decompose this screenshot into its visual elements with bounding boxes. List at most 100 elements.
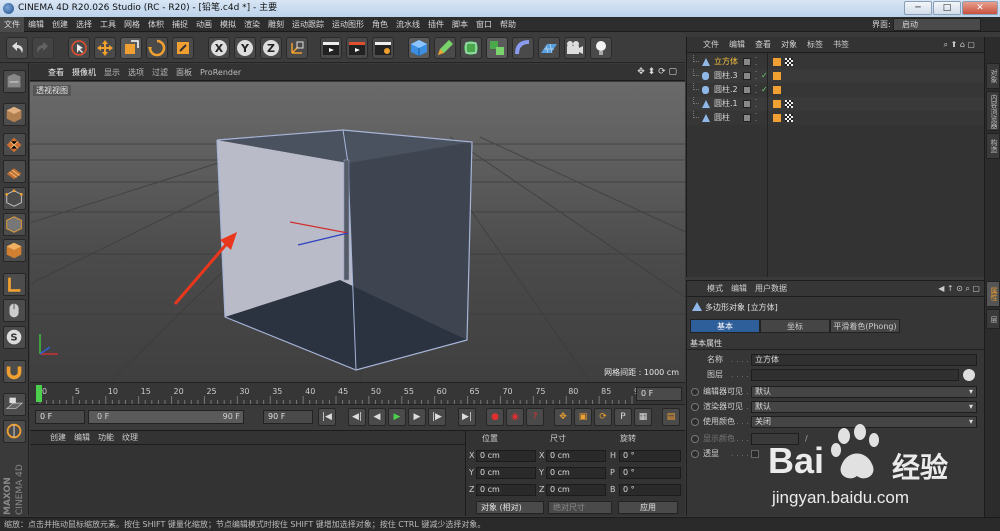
start-frame-field[interactable]: 0 F xyxy=(35,410,85,424)
material-menu-edit[interactable]: 编辑 xyxy=(70,433,94,442)
rotation-key-button[interactable]: ⟳ xyxy=(594,408,612,426)
attribute-dropdown[interactable]: 关闭 ▾ xyxy=(751,416,977,428)
perspective-viewport[interactable]: 透视视图 网格间距 : 1000 cm xyxy=(30,82,685,382)
pen-spline-button[interactable] xyxy=(434,37,456,59)
size-x-field[interactable]: 0 cm xyxy=(546,450,606,462)
layer-toggle[interactable] xyxy=(743,100,751,108)
next-keyframe-button[interactable]: |▶ xyxy=(428,408,446,426)
object-name[interactable]: 圆柱.2 xyxy=(714,83,738,97)
previous-frame-button[interactable]: ◀ xyxy=(368,408,386,426)
tag-icon[interactable] xyxy=(773,114,781,122)
recent-tool-button[interactable] xyxy=(172,37,194,59)
tweak-mode-button[interactable] xyxy=(3,299,26,322)
xray-checkbox[interactable] xyxy=(751,450,759,458)
menu-pipeline[interactable]: 流水线 xyxy=(392,17,424,32)
apply-button[interactable]: 应用 xyxy=(618,501,678,514)
tag-icon[interactable] xyxy=(773,100,781,108)
menu-character[interactable]: 角色 xyxy=(368,17,392,32)
edges-mode-button[interactable] xyxy=(3,213,26,236)
menu-help[interactable]: 帮助 xyxy=(496,17,520,32)
layer-picker-icon[interactable] xyxy=(963,369,975,381)
light-button[interactable] xyxy=(590,37,612,59)
object-name[interactable]: 圆柱 xyxy=(714,111,730,125)
visibility-dots-icon[interactable]: · · xyxy=(755,55,757,69)
menu-sculpt[interactable]: 雕刻 xyxy=(264,17,288,32)
animate-radio[interactable] xyxy=(691,435,699,443)
checker-tag-icon[interactable] xyxy=(785,114,793,122)
autokey-button[interactable]: ◉ xyxy=(506,408,524,426)
visibility-dots-icon[interactable]: · · xyxy=(755,97,757,111)
tag-icon[interactable] xyxy=(773,72,781,80)
z-axis-button[interactable]: Z xyxy=(260,37,282,59)
material-menu-create[interactable]: 创建 xyxy=(46,433,70,442)
live-select-button[interactable] xyxy=(68,37,90,59)
array-button[interactable] xyxy=(486,37,508,59)
menu-mograph[interactable]: 运动图形 xyxy=(328,17,368,32)
tab-coord[interactable]: 坐标 xyxy=(760,319,830,333)
range-slider[interactable]: 0 F 90 F xyxy=(88,410,244,424)
go-to-start-button[interactable]: |◀ xyxy=(318,408,336,426)
viewport-menu-view[interactable]: 查看 xyxy=(30,64,68,81)
tab-structure[interactable]: 构造 xyxy=(986,133,1000,159)
attribute-text-field[interactable]: 立方体 xyxy=(751,354,977,366)
viewport-menu-filter[interactable]: 过滤 xyxy=(148,64,172,81)
y-axis-button[interactable]: Y xyxy=(234,37,256,59)
viewport-menu-display[interactable]: 显示 xyxy=(100,64,124,81)
viewport-menu-options[interactable]: 选项 xyxy=(124,64,148,81)
layout-dropdown[interactable]: 启动 xyxy=(893,18,981,31)
material-menu-texture[interactable]: 纹理 xyxy=(118,433,142,442)
layer-toggle[interactable] xyxy=(743,58,751,66)
tab-attributes[interactable]: 属性 xyxy=(986,281,1000,307)
viewport-nav-icons[interactable]: ✥ ⬍ ⟳ ▢ xyxy=(633,64,681,81)
scale-tool-button[interactable] xyxy=(120,37,142,59)
tag-icon[interactable] xyxy=(773,86,781,94)
viewport-menu-prorender[interactable]: ProRender xyxy=(196,64,245,81)
layer-toggle[interactable] xyxy=(743,86,751,94)
attr-menu-mode[interactable]: 模式 xyxy=(703,284,727,293)
visibility-dots-icon[interactable]: · · xyxy=(755,83,757,97)
tab-basic[interactable]: 基本 xyxy=(690,319,760,333)
pla-key-button[interactable]: ▦ xyxy=(634,408,652,426)
playhead[interactable] xyxy=(36,385,42,402)
obj-menu-file[interactable]: 文件 xyxy=(687,37,724,53)
checker-tag-icon[interactable] xyxy=(785,100,793,108)
subdivision-surface-button[interactable] xyxy=(460,37,482,59)
next-frame-button[interactable]: ▶ xyxy=(408,408,426,426)
object-row[interactable]: 立方体 · · xyxy=(687,55,985,69)
keyframe-selection-button[interactable]: ? xyxy=(526,408,544,426)
coordinate-system-button[interactable] xyxy=(286,37,308,59)
size-mode-dropdown[interactable]: 绝对尺寸 xyxy=(548,501,612,514)
current-frame-field[interactable]: 0 F xyxy=(636,387,682,401)
menu-mesh[interactable]: 网格 xyxy=(120,17,144,32)
model-mode-button[interactable] xyxy=(3,103,26,126)
obj-menu-view[interactable]: 查看 xyxy=(750,37,776,53)
workplane-mode-button[interactable] xyxy=(3,160,26,183)
pos-y-field[interactable]: 0 cm xyxy=(476,467,536,479)
attribute-dropdown[interactable]: 默认 ▾ xyxy=(751,386,977,398)
size-y-field[interactable]: 0 cm xyxy=(546,467,606,479)
tab-content-browser[interactable]: 内容浏览器 xyxy=(986,91,1000,131)
layer-toggle[interactable] xyxy=(743,72,751,80)
visibility-dots-icon[interactable]: · · xyxy=(755,69,757,83)
animate-radio[interactable] xyxy=(691,388,699,396)
polygons-mode-button[interactable] xyxy=(3,239,26,262)
eyedropper-icon[interactable]: / xyxy=(805,432,808,446)
menu-motion-tracking[interactable]: 运动跟踪 xyxy=(288,17,328,32)
animate-radio[interactable] xyxy=(691,450,699,458)
maximize-button[interactable]: □ xyxy=(933,1,961,15)
material-menu-function[interactable]: 功能 xyxy=(94,433,118,442)
end-frame-field[interactable]: 90 F xyxy=(263,410,313,424)
menu-snap[interactable]: 捕捉 xyxy=(168,17,192,32)
move-tool-button[interactable] xyxy=(94,37,116,59)
attr-menu-userdata[interactable]: 用户数据 xyxy=(751,284,791,293)
obj-menu-tags[interactable]: 标签 xyxy=(802,37,828,53)
obj-search-icons[interactable]: ⌕ ⬆ ⌂ ▢ xyxy=(939,37,980,53)
pos-z-field[interactable]: 0 cm xyxy=(476,484,536,496)
rot-b-field[interactable]: 0 ° xyxy=(619,484,681,496)
attr-menu-edit[interactable]: 编辑 xyxy=(727,284,751,293)
menu-render[interactable]: 渲染 xyxy=(240,17,264,32)
viewport-menu-camera[interactable]: 摄像机 xyxy=(68,64,100,81)
object-row[interactable]: 圆柱.3 · · ✓ xyxy=(687,69,985,83)
make-editable-button[interactable] xyxy=(3,70,26,93)
timeline-window-button[interactable]: ▤ xyxy=(662,408,680,426)
